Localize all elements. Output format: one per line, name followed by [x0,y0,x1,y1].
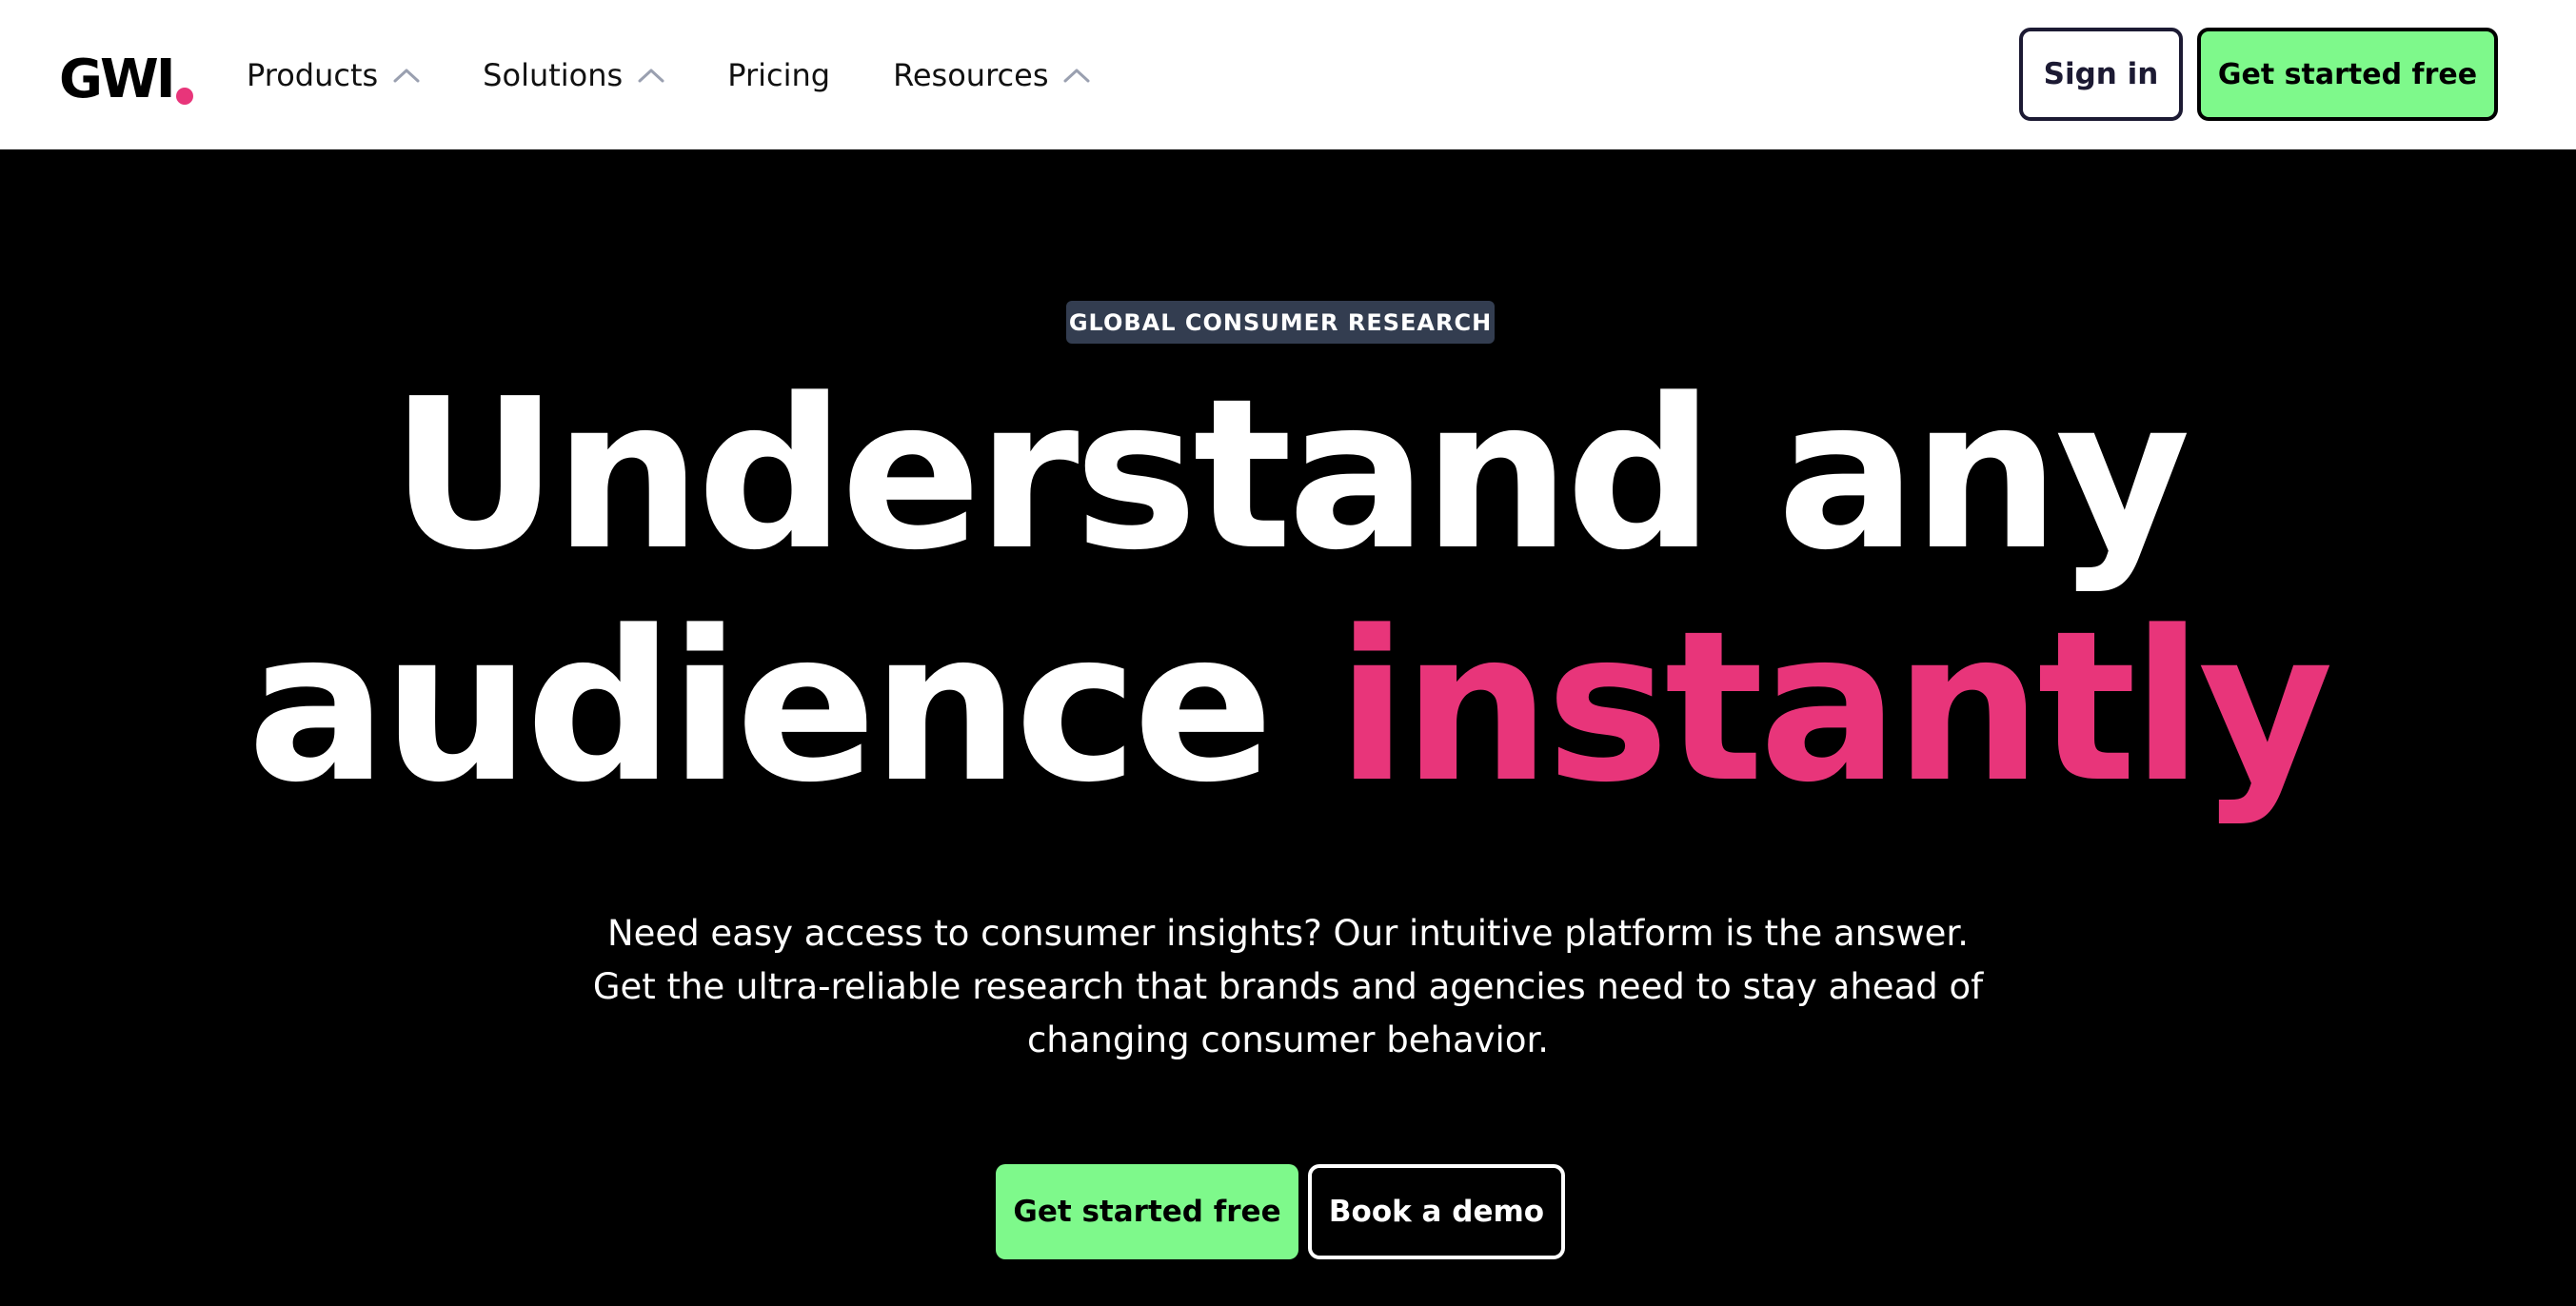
headline-accent-text: instantly [1336,587,2333,828]
eyebrow-badge: GLOBAL CONSUMER RESEARCH [1066,301,1495,344]
nav-item-solutions[interactable]: Solutions [483,57,664,93]
hero-get-started-button[interactable]: Get started free [996,1164,1298,1259]
chevron-up-icon [638,68,664,83]
hero-headline-line1: Understand any [389,355,2190,596]
sign-in-button[interactable]: Sign in [2019,28,2183,121]
book-demo-button[interactable]: Book a demo [1308,1164,1565,1259]
main-nav: Products Solutions Pricing Resources [247,0,1090,149]
chevron-up-icon [393,68,420,83]
subtext-line: changing consumer behavior. [1026,1019,1550,1060]
headline-plain-text: audience [247,587,1337,828]
header-get-started-button[interactable]: Get started free [2197,28,2498,121]
nav-item-label: Resources [893,56,1049,93]
logo-wordmark: GWI [59,49,176,110]
site-header: GWI Products Solutions Pricing Resources… [0,0,2576,149]
hero-headline-line2: audience instantly [0,604,2576,812]
nav-item-resources[interactable]: Resources [893,57,1090,93]
subtext-line: Need easy access to consumer insights? O… [606,913,1969,954]
nav-item-label: Pricing [727,56,831,93]
logo-dot [175,88,193,105]
hero-section: GLOBAL CONSUMER RESEARCH Understand any … [0,149,2576,1306]
gwi-logo[interactable]: GWI [59,40,193,107]
nav-item-products[interactable]: Products [247,57,420,93]
nav-item-label: Solutions [483,56,624,93]
nav-item-pricing[interactable]: Pricing [727,57,830,93]
subtext-line: Get the ultra-reliable research that bra… [592,966,1984,1007]
hero-subtext: Need easy access to consumer insights? O… [552,907,2024,1067]
chevron-up-icon [1063,68,1090,83]
nav-item-label: Products [247,56,379,93]
